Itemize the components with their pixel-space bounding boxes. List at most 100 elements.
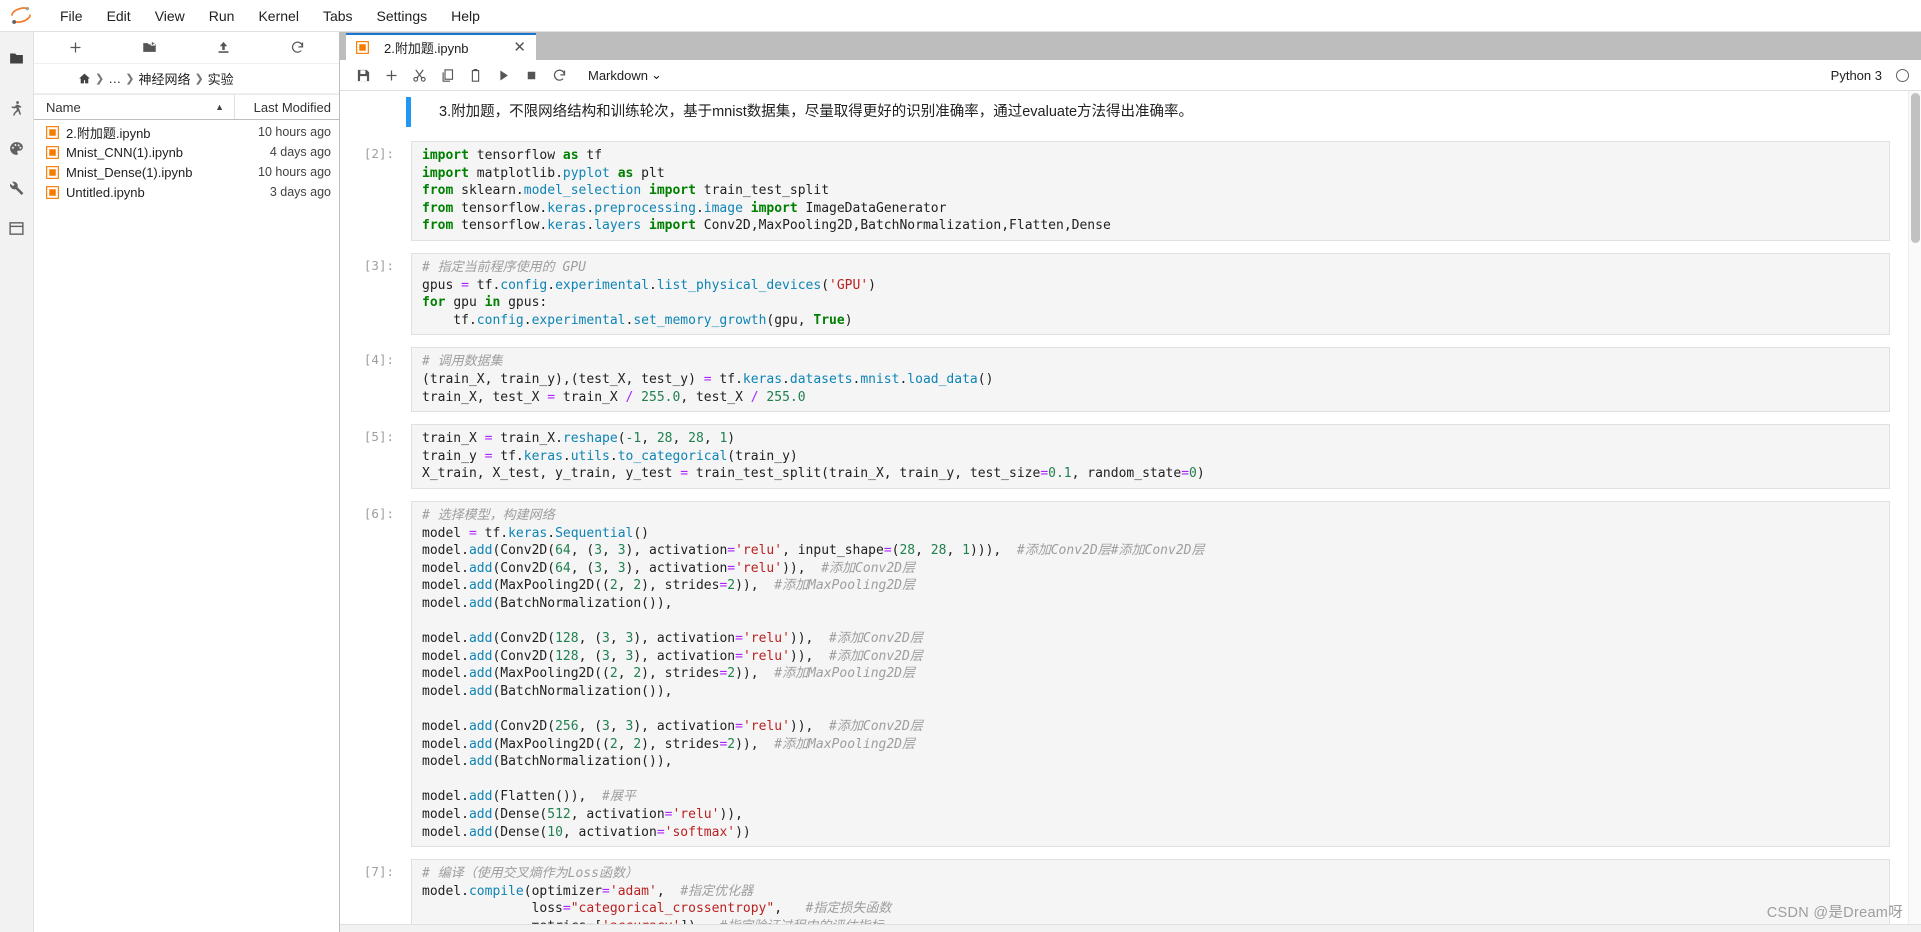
save-button[interactable] (350, 63, 376, 87)
code-editor[interactable]: # 指定当前程序使用的 GPU gpus = tf.config.experime… (411, 252, 1890, 336)
code-cell[interactable]: [3]: # 指定当前程序使用的 GPU gpus = tf.config.expe… (340, 252, 1908, 336)
breadcrumb-segment-2[interactable]: 实验 (208, 69, 234, 88)
code-line: model.compile(optimizer='adam', #指定优化器 (422, 883, 754, 899)
code-line: train_X = train_X.reshape(-1, 28, 28, 1) (422, 431, 736, 447)
code-line: model.add(BatchNormalization()), (422, 754, 673, 770)
menu-settings[interactable]: Settings (365, 3, 440, 29)
cell-execution-count: [5]: (363, 429, 394, 445)
sidebar-item-file-browser[interactable] (0, 38, 34, 78)
code-line: # 指定当前程序使用的 GPU (422, 259, 586, 275)
file-modified: 10 hours ago (258, 165, 331, 179)
file-modified: 10 hours ago (258, 125, 331, 139)
cell-execution-count: [6]: (363, 505, 394, 521)
jupyter-logo-icon (6, 3, 36, 29)
file-modified: 4 days ago (269, 145, 331, 159)
kernel-name-label[interactable]: Python 3 (1831, 68, 1882, 83)
close-icon[interactable]: ✕ (509, 40, 530, 55)
paste-cell-button[interactable] (462, 63, 488, 87)
tab-notebook-2-fujiati[interactable]: 2.附加题.ipynb ✕ (346, 33, 536, 60)
file-list-item[interactable]: Mnist_CNN(1).ipynb 4 days ago (34, 142, 339, 162)
file-name: Mnist_CNN(1).ipynb (66, 144, 184, 160)
sidebar-item-property-inspector[interactable] (0, 168, 34, 208)
code-cell[interactable]: [2]: import tensorflow as tf import matplo… (340, 141, 1908, 241)
sort-ascending-icon: ▲ (215, 102, 224, 112)
run-cell-button[interactable] (490, 63, 516, 87)
cell-prompt (340, 97, 406, 127)
cell-execution-count: [7]: (363, 864, 394, 880)
interrupt-kernel-button[interactable] (518, 63, 544, 87)
code-editor[interactable]: train_X = train_X.reshape(-1, 28, 28, 1)… (411, 424, 1890, 489)
chevron-down-icon: ⌄ (650, 67, 662, 82)
code-cell[interactable]: [4]: # 调用数据集 (train_X, train_y),(test_X, t… (340, 347, 1908, 413)
code-line: model.add(Flatten()), #展平 (422, 789, 636, 805)
kernel-status-icon[interactable] (1896, 68, 1909, 82)
file-browser-toolbar (34, 32, 339, 64)
home-icon[interactable] (78, 72, 91, 85)
cell-execution-count: [3]: (363, 257, 394, 273)
copy-cell-button[interactable] (434, 63, 460, 87)
menu-edit[interactable]: Edit (95, 3, 143, 29)
file-name: 2.附加题.ipynb (66, 125, 151, 141)
menu-tabs[interactable]: Tabs (311, 3, 365, 29)
file-list-header: Name ▲ Last Modified (34, 94, 339, 120)
code-editor[interactable]: import tensorflow as tf import matplotlib… (411, 141, 1890, 241)
sidebar-item-running-terminals[interactable] (0, 88, 34, 128)
code-line: model.add(Conv2D(256, (3, 3), activation… (422, 719, 923, 735)
restart-kernel-button[interactable] (546, 63, 572, 87)
file-name: Mnist_Dense(1).ipynb (66, 164, 193, 180)
file-list-item[interactable]: Untitled.ipynb 3 days ago (34, 182, 339, 202)
new-launcher-button[interactable] (42, 35, 110, 61)
breadcrumb-segment-1[interactable]: 神经网络 (138, 69, 190, 88)
code-line: model.add(Dense(512, activation='relu'))… (422, 807, 743, 822)
sidebar-item-open-tabs[interactable] (0, 208, 34, 248)
code-editor[interactable]: # 调用数据集 (train_X, train_y),(test_X, test_… (411, 347, 1890, 413)
notebook-cell-container: 3.附加题，不限网络结构和训练轮次，基于mnist数据集，尽量取得更好的识别准确… (340, 91, 1908, 924)
file-name: Untitled.ipynb (66, 184, 145, 200)
menu-bar: File Edit View Run Kernel Tabs Settings … (0, 0, 1921, 32)
code-line: metrics=['accuracy']) #指定验证过程中的评估指标 (422, 918, 1881, 924)
menu-file[interactable]: File (48, 3, 95, 29)
column-header-last-modified[interactable]: Last Modified (235, 95, 339, 119)
code-line: model.add(BatchNormalization()), (422, 683, 673, 699)
new-folder-button[interactable] (116, 35, 184, 61)
refresh-button[interactable] (263, 35, 331, 61)
jupyterlab-window: File Edit View Run Kernel Tabs Settings … (0, 0, 1921, 932)
menu-run[interactable]: Run (197, 3, 247, 29)
code-line: tf.config.experimental.set_memory_growth… (422, 312, 853, 328)
scrollbar-thumb[interactable] (1911, 93, 1920, 243)
cut-cell-button[interactable] (406, 63, 432, 87)
breadcrumb-separator: ❯ (125, 73, 135, 85)
code-line: model.add(MaxPooling2D((2, 2), strides=2… (422, 736, 915, 752)
code-cell[interactable]: [5]: train_X = train_X.reshape(-1, 28, 28… (340, 424, 1908, 489)
code-editor[interactable]: # 选择模型，构建网络 model = tf.keras.Sequential()… (411, 500, 1890, 848)
breadcrumb-separator: ❯ (194, 73, 204, 85)
menu-help[interactable]: Help (439, 3, 492, 29)
menu-kernel[interactable]: Kernel (246, 3, 310, 29)
code-line: model.add(BatchNormalization()), (422, 595, 673, 611)
sidebar-item-extension-manager[interactable] (0, 128, 34, 168)
tab-title: 2.附加题.ipynb (384, 41, 469, 56)
file-list-item[interactable]: Mnist_Dense(1).ipynb 10 hours ago (34, 162, 339, 182)
upload-button[interactable] (190, 35, 258, 61)
code-editor[interactable]: # 编译（使用交叉熵作为Loss函数） model.compile(optimiz… (411, 859, 1890, 924)
notebook-icon (46, 145, 59, 159)
code-cell[interactable]: [6]: # 选择模型，构建网络 model = tf.keras.Sequenti… (340, 500, 1908, 848)
breadcrumb-ellipsis[interactable]: … (108, 71, 121, 86)
activity-bar (0, 32, 34, 932)
code-line: import tensorflow as tf (422, 148, 603, 163)
breadcrumb: ❯ … ❯ 神经网络 ❯ 实验 (34, 64, 339, 94)
code-cell[interactable]: [7]: # 编译（使用交叉熵作为Loss函数） model.compile(opt… (340, 859, 1908, 924)
notebook-scrollbar[interactable] (1908, 91, 1921, 924)
markdown-cell[interactable]: 3.附加题，不限网络结构和训练轮次，基于mnist数据集，尽量取得更好的识别准确… (340, 97, 1908, 127)
notebook-area: 3.附加题，不限网络结构和训练轮次，基于mnist数据集，尽量取得更好的识别准确… (340, 91, 1921, 924)
insert-cell-button[interactable] (378, 63, 404, 87)
code-line: train_y = tf.keras.utils.to_categorical(… (422, 448, 798, 464)
column-header-name[interactable]: Name ▲ (34, 95, 235, 119)
menu-view[interactable]: View (143, 3, 197, 29)
file-list-item[interactable]: 2.附加题.ipynb 10 hours ago (34, 122, 339, 142)
cell-type-dropdown[interactable]: Markdown ⌄ (582, 65, 668, 85)
column-header-name-label: Name (46, 99, 81, 115)
code-line: train_X, test_X = train_X / 255.0, test_… (422, 389, 806, 405)
file-browser-panel: ❯ … ❯ 神经网络 ❯ 实验 Name ▲ Last Modified 2.附… (34, 32, 340, 932)
